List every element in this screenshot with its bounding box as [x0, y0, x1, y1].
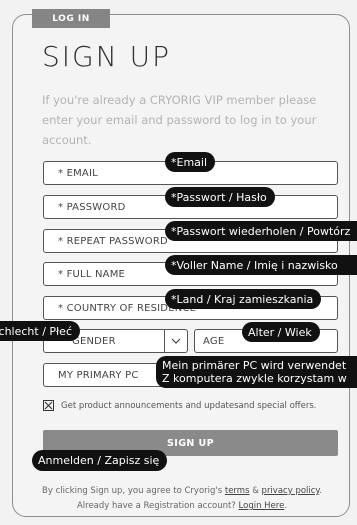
footer-account-text: Already have a Registration account? [76, 501, 236, 511]
tooltip-primary-pc: Mein primärer PC wird verwendet Z komput… [156, 356, 357, 388]
tooltip-primary-pc-line1: Mein primärer PC wird verwendet [162, 359, 347, 372]
password-placeholder: * PASSWORD [58, 201, 126, 213]
tooltip-gender: Geschlecht / Płeć [0, 321, 80, 341]
page-title: SIGN UP [42, 40, 171, 73]
age-placeholder: AGE [203, 335, 225, 347]
privacy-policy-link[interactable]: privacy policy [262, 486, 320, 496]
footer-period-2: . [284, 501, 288, 511]
primary-pc-placeholder: MY PRIMARY PC [58, 369, 139, 381]
newsletter-label: Get product announcements and updatesand… [61, 400, 317, 411]
tooltip-full-name: *Voller Name / Imię i nazwisko [165, 255, 357, 275]
email-placeholder: * EMAIL [58, 167, 98, 179]
tooltip-age: Alter / Wiek [242, 322, 320, 342]
tooltip-repeat-password: *Passwort wiederholen / Powtórz [165, 221, 357, 241]
footer-period: . [319, 486, 322, 496]
footer-and: & [252, 486, 259, 496]
tooltip-password: *Passwort / Hasło [165, 187, 275, 207]
full-name-placeholder: * FULL NAME [58, 268, 126, 280]
chevron-down-icon[interactable] [164, 330, 187, 352]
login-here-link[interactable]: Login Here [239, 501, 285, 511]
newsletter-option[interactable]: Get product announcements and updatesand… [43, 400, 317, 411]
newsletter-checkbox[interactable] [43, 400, 54, 411]
repeat-password-placeholder: * REPEAT PASSWORD [58, 235, 168, 247]
tooltip-sign-up: Anmelden / Zapisz się [32, 450, 168, 471]
footer-text: By clicking Sign up, you agree to Cryori… [22, 484, 342, 514]
primary-pc-field[interactable]: MY PRIMARY PC [43, 363, 173, 387]
login-tab[interactable]: LOG IN [32, 9, 110, 28]
footer-agree-text: By clicking Sign up, you agree to Cryori… [42, 486, 223, 496]
check-x-icon [44, 401, 53, 410]
gender-placeholder: GENDER [72, 335, 116, 347]
tooltip-country: *Land / Kraj zamieszkania [165, 289, 322, 309]
terms-link[interactable]: terms [225, 486, 250, 496]
intro-text: If you're already a CRYORIG VIP member p… [42, 93, 317, 147]
tooltip-email: *Email [165, 152, 216, 172]
tooltip-primary-pc-line2: Z komputera zwykle korzystam w [162, 372, 347, 385]
